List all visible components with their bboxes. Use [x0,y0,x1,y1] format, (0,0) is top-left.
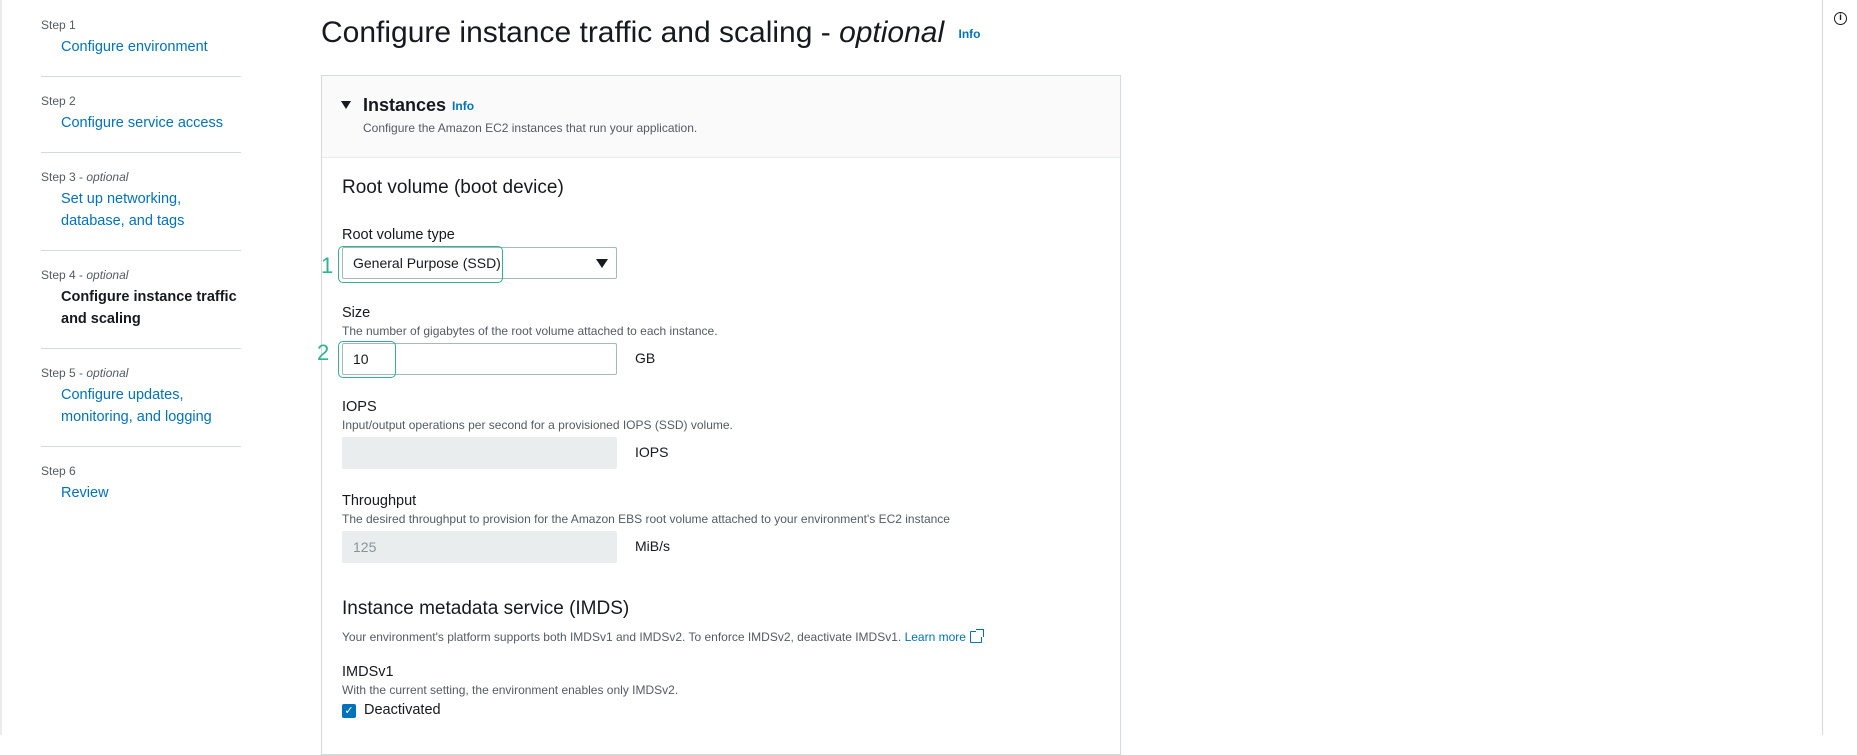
annotation-highlight-2 [338,341,396,378]
instances-title: Instances Info [363,95,475,115]
nav-current-step: Configure instance traffic and scaling [61,289,237,327]
throughput-label: Throughput [342,493,417,509]
imdsv1-checkbox-label[interactable]: Deactivated [364,702,441,718]
annotation-number-2: 2 [317,340,330,365]
annotation-number-1: 1 [321,253,334,278]
throughput-input: 125 [342,531,617,563]
instances-description: Configure the Amazon EC2 instances that … [363,121,698,135]
learn-more-link[interactable]: Learn more [905,630,966,644]
annotation-highlight-1 [338,246,503,283]
instances-info-link[interactable]: Info [452,99,474,113]
imdsv1-deactivated-checkbox[interactable]: ✓ [342,704,356,718]
iops-input [342,437,617,469]
imds-heading: Instance metadata service (IMDS) [342,598,630,619]
nav-divider [41,348,241,349]
imdsv1-label: IMDSv1 [342,664,394,680]
step-number: Step 2 [41,94,76,108]
nav-step-1: Step 1 Configure environment [41,18,241,55]
nav-divider [41,76,241,77]
nav-link-configure-service-access[interactable]: Configure service access [61,112,223,134]
step-number: Step 3 - optional [41,170,129,184]
nav-link-review[interactable]: Review [61,482,109,504]
external-link-icon[interactable] [969,629,984,643]
nav-link-updates-monitoring[interactable]: Configure updates, monitoring, and loggi… [61,384,241,428]
iops-description: Input/output operations per second for a… [342,418,733,432]
nav-step-2: Step 2 Configure service access [41,94,241,131]
throughput-description: The desired throughput to provision for … [342,512,950,526]
iops-unit: IOPS [635,444,669,460]
page-info-link[interactable]: Info [959,27,981,41]
size-unit: GB [635,350,656,366]
nav-link-networking[interactable]: Set up networking, database, and tags [61,188,241,232]
nav-step-6: Step 6 Review [41,464,241,501]
size-description: The number of gigabytes of the root volu… [342,324,718,338]
iops-label: IOPS [342,399,377,415]
caret-down-icon[interactable] [341,101,351,109]
page-title: Configure instance traffic and scaling -… [321,16,981,50]
nav-divider [41,152,241,153]
step-number: Step 5 - optional [41,366,129,380]
imds-description: Your environment's platform supports bot… [342,629,984,644]
imdsv1-description: With the current setting, the environmen… [342,683,679,697]
nav-step-3: Step 3 - optional Set up networking, dat… [41,170,241,229]
nav-step-4: Step 4 - optional Configure instance tra… [41,268,241,327]
instances-panel-header[interactable]: Instances Info Configure the Amazon EC2 i… [322,76,1120,158]
instances-panel: Instances Info Configure the Amazon EC2 i… [321,75,1121,755]
nav-link-configure-environment[interactable]: Configure environment [61,36,208,58]
step-number: Step 6 [41,464,76,478]
root-volume-heading: Root volume (boot device) [342,177,564,198]
size-label: Size [342,305,371,321]
step-number: Step 4 - optional [41,268,129,282]
step-number: Step 1 [41,18,76,32]
root-volume-type-label: Root volume type [342,227,455,243]
nav-step-5: Step 5 - optional Configure updates, mon… [41,366,241,425]
help-panel-rail [1822,0,1857,735]
info-circle-icon[interactable]: i [1834,12,1847,25]
page-title-optional: optional [839,16,945,49]
dropdown-arrow-icon [596,259,608,268]
page-left-border [0,0,2,735]
page-title-text: Configure instance traffic and scaling - [321,16,840,49]
nav-divider [41,446,241,447]
nav-divider [41,250,241,251]
throughput-unit: MiB/s [635,538,670,554]
